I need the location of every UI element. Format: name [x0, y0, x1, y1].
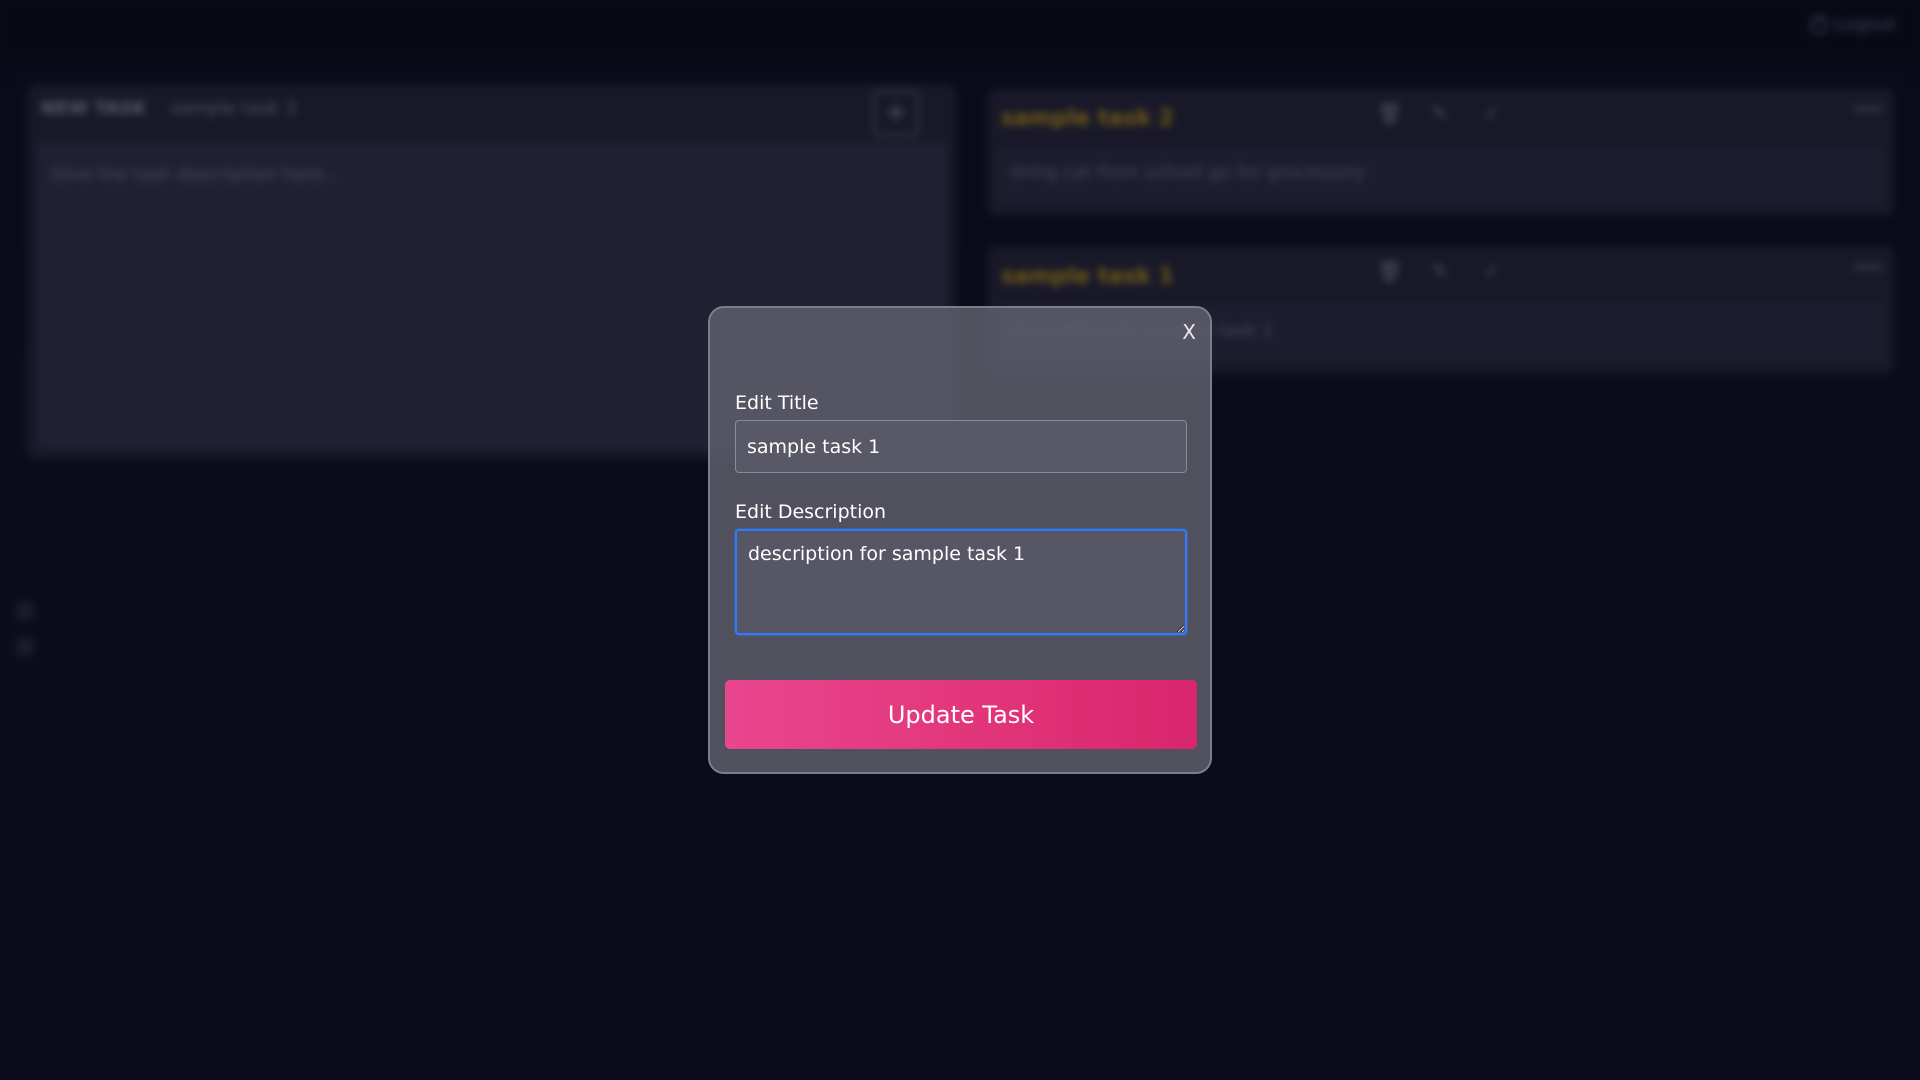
edit-title-input[interactable] [735, 420, 1187, 473]
edit-title-label: Edit Title [735, 392, 819, 414]
edit-task-modal: X Edit Title Edit Description descriptio… [708, 306, 1212, 774]
edit-description-textarea[interactable]: description for sample task 1 [735, 529, 1187, 635]
close-button[interactable]: X [1182, 320, 1196, 344]
edit-description-label: Edit Description [735, 501, 887, 523]
update-task-button[interactable]: Update Task [725, 680, 1197, 749]
